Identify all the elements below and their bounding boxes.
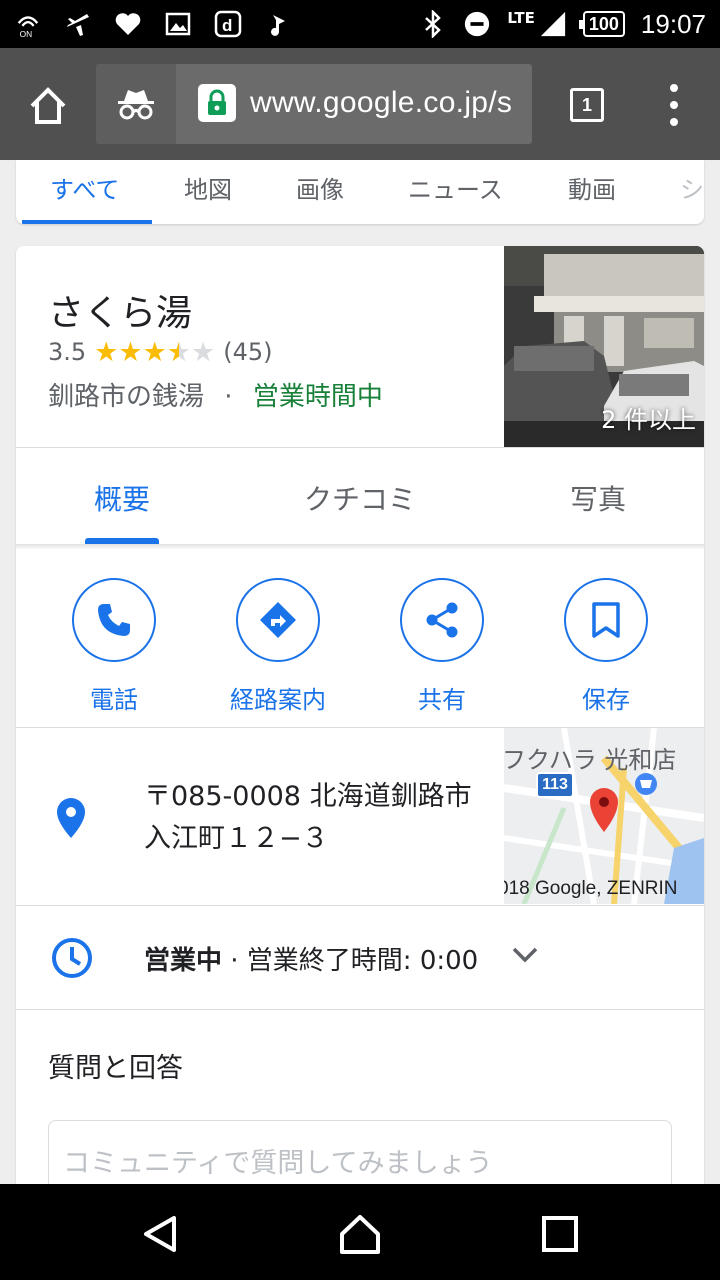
address-text[interactable]: 〒085-0008 北海道釧路市 入江町１２−３ xyxy=(144,776,472,860)
phone-icon[interactable] xyxy=(72,578,156,662)
place-photo[interactable]: 2 件以上 xyxy=(504,246,704,447)
recents-icon[interactable] xyxy=(538,1212,582,1256)
open-status: 営業時間中 xyxy=(252,382,383,412)
save-label: 保存 xyxy=(582,686,630,714)
address-line-2: 入江町１２−３ xyxy=(144,823,329,854)
tab-more[interactable]: シ xyxy=(680,170,704,205)
airplane-icon xyxy=(64,10,92,38)
star-icon: ★ xyxy=(94,336,119,368)
tab-videos[interactable]: 動画 xyxy=(568,170,616,205)
rating-row: 3.5 ★ ★ ★ ★ ★ (45) xyxy=(48,338,273,366)
photo-count-label: 2 件以上 xyxy=(601,406,696,434)
tab-all[interactable]: すべて xyxy=(50,170,119,205)
d-app-label: d xyxy=(222,16,232,35)
tab-overview[interactable]: 概要 xyxy=(94,478,150,518)
hours-status: 営業中 xyxy=(144,946,223,976)
image-icon xyxy=(164,10,192,38)
battery-indicator: 100 xyxy=(578,11,625,37)
browser-toolbar: www.google.co.jp/s 1 xyxy=(0,48,720,160)
map-thumbnail[interactable]: フクハラ 光和店 113 018 Google, ZENRIN xyxy=(504,728,704,904)
incognito-icon[interactable] xyxy=(96,64,176,144)
location-pin-icon xyxy=(54,796,88,844)
directions-button[interactable]: 経路案内 xyxy=(196,578,360,715)
review-count[interactable]: (45) xyxy=(223,338,272,366)
hours-row[interactable]: 営業中 · 営業終了時間: 0:00 xyxy=(16,906,704,1010)
home-nav-icon[interactable] xyxy=(338,1212,382,1256)
tab-news[interactable]: ニュース xyxy=(408,170,503,205)
place-category: 釧路市の銭湯 xyxy=(48,382,205,412)
hours-text[interactable]: 営業中 · 営業終了時間: 0:00 xyxy=(144,940,478,977)
detail-tabs: 概要 クチコミ 写真 xyxy=(16,448,704,544)
tab-photos[interactable]: 写真 xyxy=(570,478,626,518)
share-icon[interactable] xyxy=(400,578,484,662)
tab-maps[interactable]: 地図 xyxy=(184,170,232,205)
chevron-down-icon[interactable] xyxy=(510,944,540,968)
clock-icon xyxy=(50,936,94,984)
separator-dot: · xyxy=(224,382,233,412)
address-line-1: 〒085-0008 北海道釧路市 xyxy=(144,781,472,812)
navigation-bar xyxy=(0,1184,720,1280)
nfc-on-icon: ON xyxy=(14,10,42,39)
url-text[interactable]: www.google.co.jp/s xyxy=(250,86,512,120)
address-row[interactable]: 〒085-0008 北海道釧路市 入江町１２−３ フクハラ 光和店 113 01… xyxy=(16,728,704,904)
active-tab-indicator xyxy=(22,220,152,224)
route-badge: 113 xyxy=(536,772,574,798)
signal-icon xyxy=(539,10,567,38)
d-app-icon: d xyxy=(214,10,242,38)
hours-detail: · 営業終了時間: 0:00 xyxy=(222,946,479,976)
call-button[interactable]: 電話 xyxy=(32,578,196,715)
status-bar: ON d LTE 100 19:07 xyxy=(0,0,720,48)
bluetooth-icon xyxy=(419,10,447,38)
music-icon xyxy=(264,10,292,38)
rating-stars: ★ ★ ★ ★ ★ xyxy=(94,339,215,366)
lock-icon[interactable] xyxy=(198,84,236,122)
do-not-disturb-icon xyxy=(463,10,491,38)
back-icon[interactable] xyxy=(138,1212,182,1256)
place-name: さくら湯 xyxy=(48,293,193,334)
tab-images[interactable]: 画像 xyxy=(296,170,344,205)
bookmark-icon[interactable] xyxy=(564,578,648,662)
rating-value: 3.5 xyxy=(48,338,87,366)
call-label: 電話 xyxy=(90,686,138,714)
tab-switcher-button[interactable]: 1 xyxy=(570,88,604,122)
qa-heading: 質問と回答 xyxy=(48,1053,183,1084)
category-row: 釧路市の銭湯 · 営業時間中 xyxy=(48,376,383,413)
star-icon: ★ xyxy=(166,336,192,368)
place-card: さくら湯 3.5 ★ ★ ★ ★ ★ (45) 釧路市の銭湯 · 営業時間中 2 件以上 xyxy=(16,246,704,1246)
nfc-label: ON xyxy=(20,29,33,39)
share-label: 共有 xyxy=(418,686,466,714)
action-buttons: 電話 経路案内 共有 保存 xyxy=(16,546,704,726)
divider xyxy=(16,1009,704,1010)
directions-label: 経路案内 xyxy=(230,686,326,714)
heart-icon xyxy=(114,10,142,38)
star-icon: ★ xyxy=(191,336,216,368)
address-bar[interactable]: www.google.co.jp/s xyxy=(96,64,532,144)
tab-reviews[interactable]: クチコミ xyxy=(304,478,416,518)
share-button[interactable]: 共有 xyxy=(360,578,524,715)
save-button[interactable]: 保存 xyxy=(524,578,688,715)
network-type: LTE xyxy=(507,9,535,27)
star-icon: ★ xyxy=(118,336,143,368)
clock-time: 19:07 xyxy=(640,8,706,39)
search-tabs-bar: すべて 地図 画像 ニュース 動画 シ xyxy=(16,160,704,224)
map-copyright: 018 Google, ZENRIN xyxy=(504,878,678,899)
home-icon[interactable] xyxy=(24,82,72,130)
menu-icon[interactable] xyxy=(664,84,684,126)
directions-icon[interactable] xyxy=(236,578,320,662)
map-poi-label: フクハラ 光和店 xyxy=(504,746,677,774)
star-icon: ★ xyxy=(142,336,167,368)
